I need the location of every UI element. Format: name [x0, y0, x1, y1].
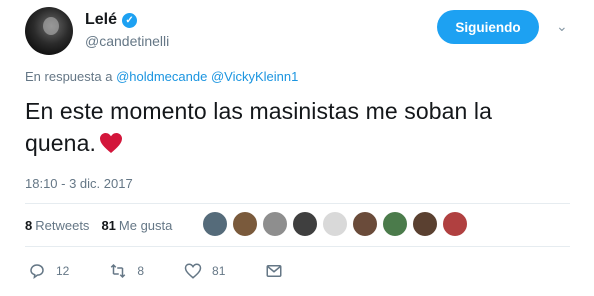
following-button[interactable]: Siguiendo	[437, 10, 539, 44]
liker-avatar[interactable]	[412, 211, 438, 237]
tweet-stats: 8 Retweets 81 Me gusta	[25, 218, 172, 233]
tweet-body: En este momento las masinistas me soban …	[25, 98, 492, 156]
reply-icon	[30, 264, 44, 280]
author-name[interactable]: Lelé	[85, 11, 117, 29]
liker-avatar[interactable]	[232, 211, 258, 237]
tweet-actions: 12 8 81	[28, 262, 323, 280]
retweet-count: 8	[137, 264, 145, 278]
red-heart-icon	[99, 133, 122, 153]
retweets-stat[interactable]: 8 Retweets	[25, 218, 89, 233]
tweet-text: En este momento las masinistas me soban …	[25, 95, 565, 159]
retweet-icon	[111, 263, 126, 279]
liker-avatar[interactable]	[322, 211, 348, 237]
tweet-timestamp[interactable]: 18:10 - 3 dic. 2017	[25, 176, 133, 191]
liker-avatar[interactable]	[442, 211, 468, 237]
liker-avatar[interactable]	[202, 211, 228, 237]
like-count: 81	[212, 264, 226, 278]
divider	[25, 203, 570, 204]
reply-to-line: En respuesta a @holdmecande @VickyKleinn…	[25, 69, 298, 84]
liker-avatar[interactable]	[292, 211, 318, 237]
liker-avatar[interactable]	[382, 211, 408, 237]
envelope-icon	[266, 265, 282, 277]
author-avatar[interactable]	[25, 7, 73, 55]
direct-message-button[interactable]	[265, 262, 283, 280]
mention-link[interactable]: @VickyKleinn1	[211, 69, 298, 84]
verified-badge-icon: ✓	[122, 12, 138, 28]
liker-avatars	[202, 211, 468, 237]
reply-count: 12	[56, 264, 70, 278]
chevron-down-icon[interactable]: ⌄	[556, 18, 568, 35]
mention-link[interactable]: @holdmecande	[116, 69, 207, 84]
author-name-row[interactable]: Lelé ✓	[85, 11, 138, 29]
author-handle[interactable]: @candetinelli	[85, 33, 169, 49]
reply-button[interactable]: 12	[28, 262, 69, 280]
liker-avatar[interactable]	[262, 211, 288, 237]
retweet-button[interactable]: 8	[109, 262, 144, 280]
heart-outline-icon	[184, 263, 202, 279]
like-button[interactable]: 81	[184, 262, 225, 280]
liker-avatar[interactable]	[352, 211, 378, 237]
divider	[25, 246, 570, 247]
reply-to-prefix: En respuesta a	[25, 69, 113, 84]
likes-stat[interactable]: 81 Me gusta	[101, 218, 172, 233]
